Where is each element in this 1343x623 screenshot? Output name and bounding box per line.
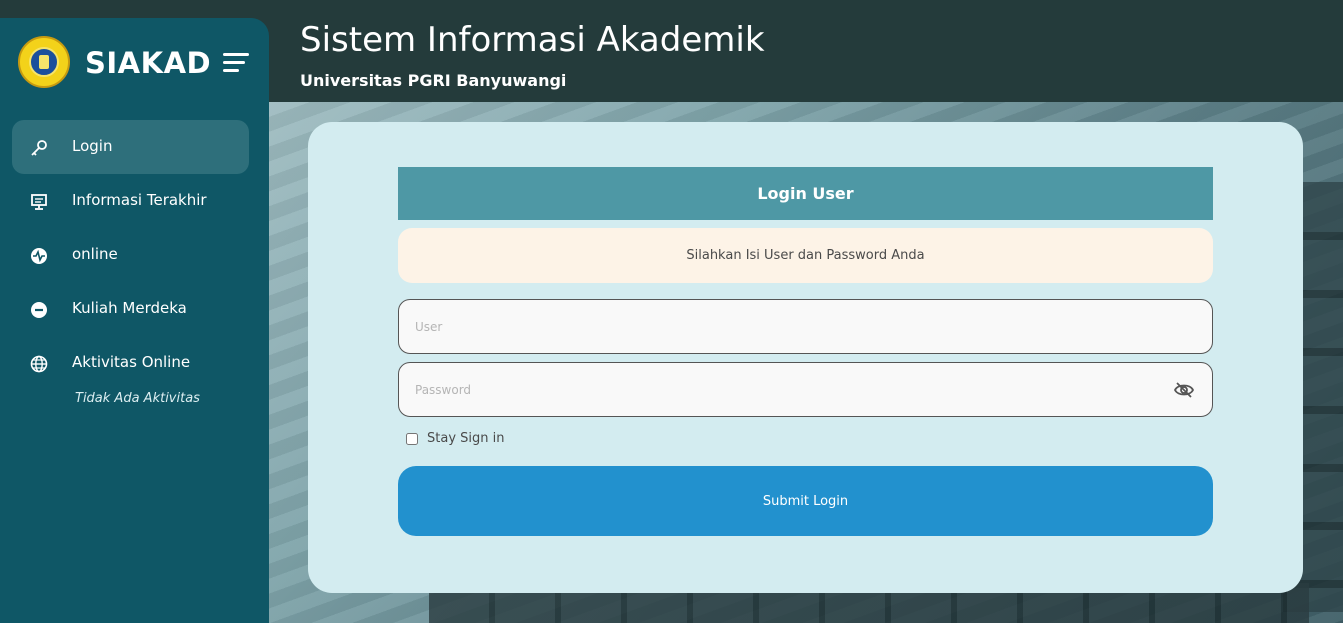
menu-toggle-icon[interactable] [223,51,249,75]
login-heading: Login User [398,167,1213,220]
stay-signin-label[interactable]: Stay Sign in [427,431,504,446]
sidebar-item-label: Login [72,137,113,155]
sidebar-item-online[interactable]: online [12,228,249,282]
top-header: Sistem Informasi Akademik Universitas PG… [269,0,1343,102]
password-field[interactable] [398,362,1213,417]
login-card: Login User Silahkan Isi User dan Passwor… [308,122,1303,593]
monitor-icon [31,194,47,210]
sidebar-item-kuliah-merdeka[interactable]: Kuliah Merdeka [12,282,249,336]
sidebar-menu: Login Informasi Terakhir online Kuliah M… [12,120,249,406]
user-input[interactable] [415,300,1175,353]
sidebar-item-label: online [72,245,118,263]
password-input[interactable] [415,363,1175,416]
eye-off-icon[interactable] [1174,381,1194,399]
brand-title: SIAKAD [85,46,212,80]
stay-signed-in: Stay Sign in [406,431,504,446]
globe-icon [30,355,48,373]
sidebar-item-label: Kuliah Merdeka [72,299,187,317]
activity-icon [31,248,47,264]
key-icon [31,140,47,156]
sidebar-item-label: Informasi Terakhir [72,191,207,209]
sidebar-item-label: Aktivitas Online [72,353,191,371]
sidebar-item-informasi-terakhir[interactable]: Informasi Terakhir [12,174,249,228]
page-title: Sistem Informasi Akademik [300,20,765,60]
sidebar-item-login[interactable]: Login [12,120,249,174]
stay-signin-checkbox[interactable] [406,432,418,445]
info-alert: Silahkan Isi User dan Password Anda [398,228,1213,283]
university-logo [18,36,70,88]
sidebar-item-aktivitas-online[interactable]: Aktivitas Online [12,336,249,390]
submit-login-button[interactable]: Submit Login [398,466,1213,536]
sidebar: SIAKAD Login Informasi Terakhir online K… [0,18,269,623]
brand: SIAKAD [18,36,258,90]
activity-status-text: Tidak Ada Aktivitas [75,391,200,406]
page-subtitle: Universitas PGRI Banyuwangi [300,71,567,90]
user-field[interactable] [398,299,1213,354]
minus-circle-icon [31,302,47,318]
